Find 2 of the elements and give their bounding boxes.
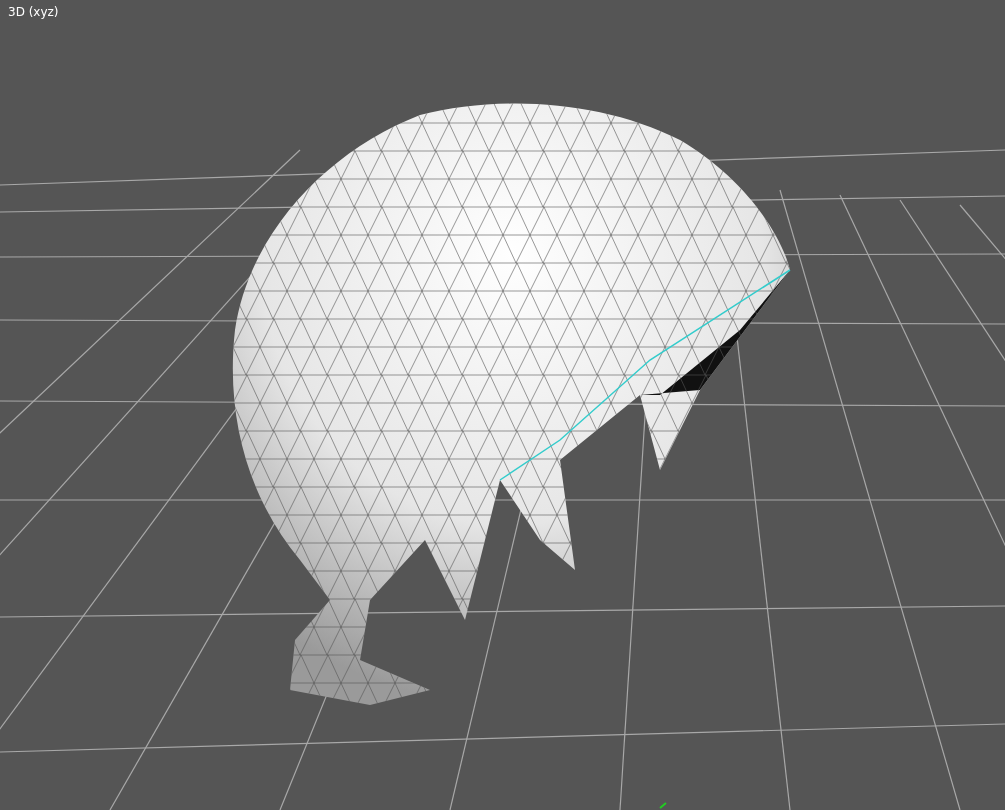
viewport-label: 3D (xyz): [8, 5, 59, 19]
axis-marker: [659, 802, 667, 809]
